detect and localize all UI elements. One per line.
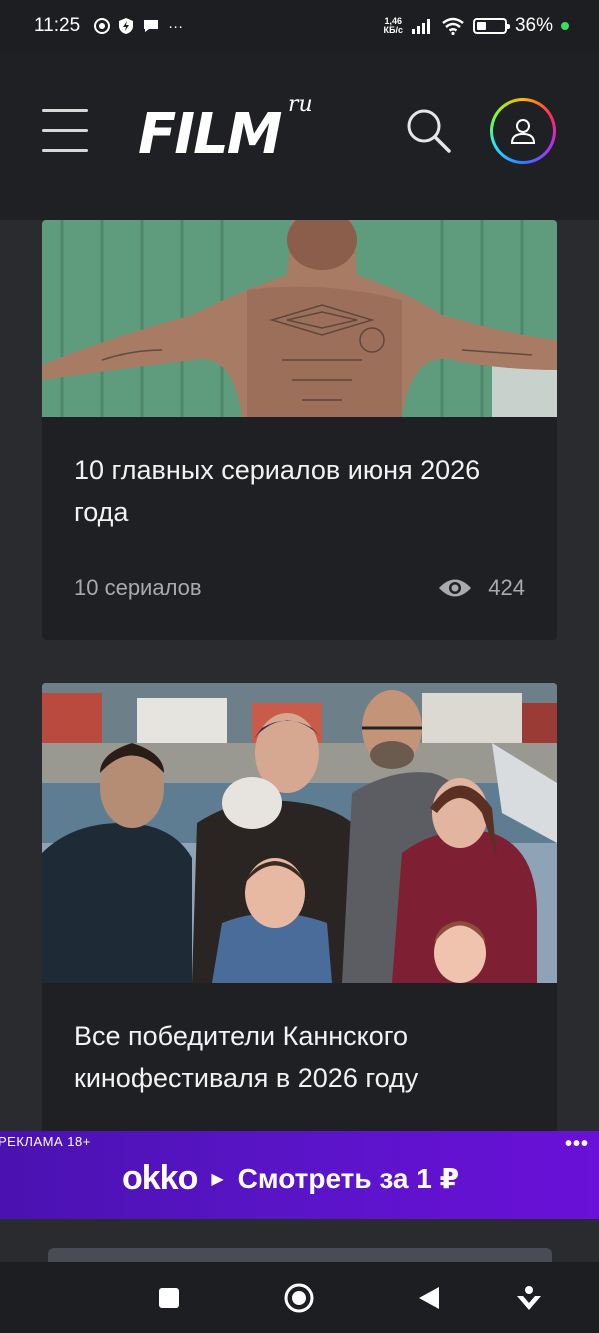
article-card[interactable]: 10 главных сериалов июня 2026 года 10 се…: [42, 220, 557, 640]
home-circle-icon: [284, 1283, 314, 1313]
ad-banner[interactable]: РЕКЛАМА 18+ ••• okko ▶ Смотреть за 1 ₽: [0, 1131, 599, 1219]
system-nav-bar: [0, 1262, 599, 1333]
article-card[interactable]: Все победители Каннского кинофестиваля в…: [42, 683, 557, 1163]
app-header: FILM ru: [0, 52, 599, 220]
signal-icon: [411, 19, 430, 34]
back-button[interactable]: [411, 1280, 447, 1316]
search-icon[interactable]: [405, 107, 453, 155]
eye-icon: [439, 579, 472, 597]
ad-brand-logo: okko: [122, 1159, 198, 1197]
profile-button[interactable]: [490, 98, 556, 164]
status-bar: 11:25 ··· 1,46 КБ/с 36%: [0, 0, 599, 52]
wifi-icon: [442, 17, 464, 35]
views-count: 424: [488, 575, 525, 600]
privacy-indicator-dot: [561, 22, 569, 30]
down-chevron-person-icon: [517, 1286, 541, 1310]
chat-icon: [144, 20, 159, 32]
menu-icon[interactable]: [42, 109, 88, 152]
square-icon: [159, 1288, 179, 1308]
assistant-button[interactable]: [511, 1280, 547, 1316]
shield-bolt-icon: [119, 18, 134, 34]
battery-icon: [472, 18, 510, 34]
network-speed: 1,46 КБ/с: [383, 16, 403, 35]
article-title[interactable]: 10 главных сериалов июня 2026 года: [74, 449, 525, 533]
ad-options-icon[interactable]: •••: [565, 1133, 589, 1156]
recent-apps-button[interactable]: [151, 1280, 187, 1316]
play-icon: ▶: [211, 1170, 224, 1188]
user-icon: [510, 119, 536, 144]
home-button[interactable]: [281, 1280, 317, 1316]
article-image-family-photo[interactable]: [42, 683, 557, 983]
article-title[interactable]: Все победители Каннского кинофестиваля в…: [74, 1015, 525, 1099]
more-dots-icon: ···: [168, 17, 184, 35]
status-time: 11:25: [34, 15, 81, 36]
chrome-icon: [94, 18, 111, 34]
back-triangle-icon: [419, 1287, 439, 1309]
ad-label: РЕКЛАМА 18+: [0, 1134, 91, 1149]
article-image-tattooed-man[interactable]: [42, 220, 557, 417]
views-counter: 424: [438, 575, 525, 601]
article-subtitle: 10 сериалов: [74, 575, 202, 600]
battery-percent: 36%: [514, 15, 553, 36]
ad-cta-text[interactable]: Смотреть за 1 ₽: [238, 1162, 459, 1195]
